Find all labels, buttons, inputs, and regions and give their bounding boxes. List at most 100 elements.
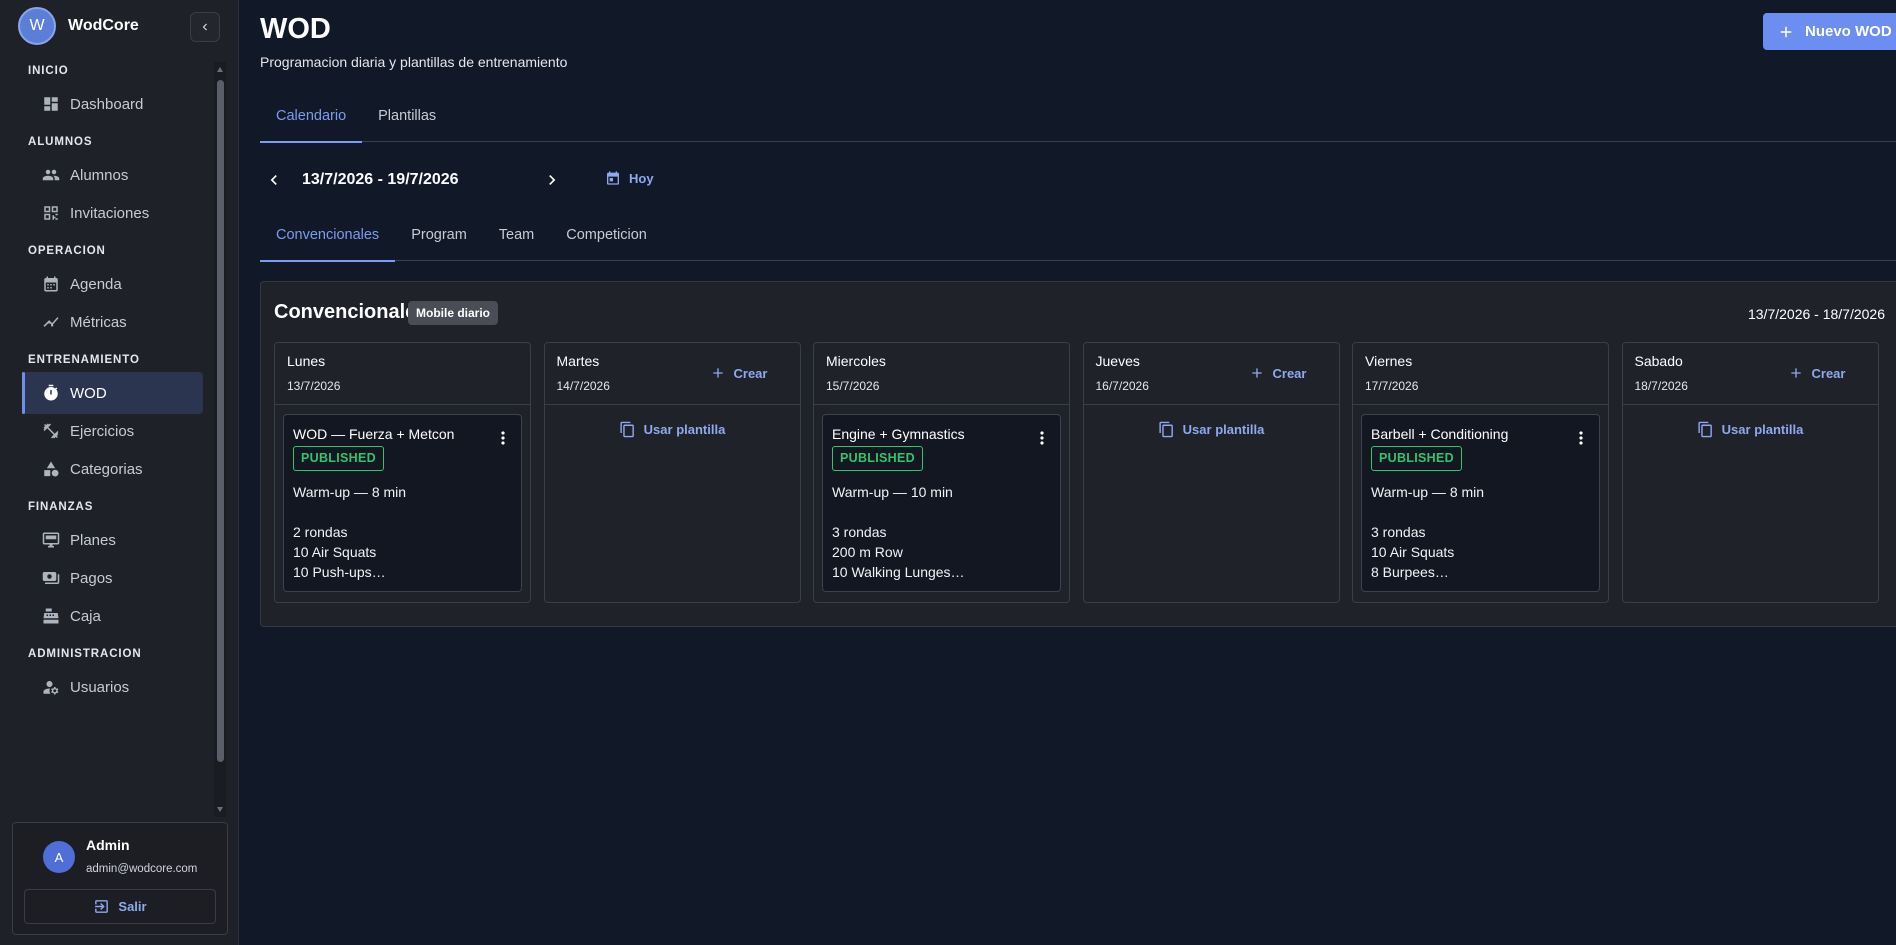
day-name: Martes: [556, 353, 600, 369]
today-button[interactable]: Hoy: [605, 170, 654, 186]
day-column-martes: Martes 14/7/2026 Crear Usar plantilla: [543, 342, 801, 603]
wod-line: 10 Push-ups…: [293, 564, 386, 580]
subtab-team[interactable]: Team: [483, 211, 550, 261]
chevron-left-icon: [270, 175, 277, 185]
sidebar-item-label: Dashboard: [70, 95, 144, 113]
logout-button[interactable]: Salir: [24, 889, 216, 924]
sidebar-item-wod[interactable]: WOD: [22, 372, 203, 414]
previous-week-button[interactable]: [262, 168, 286, 192]
new-wod-button[interactable]: Nuevo WOD: [1763, 13, 1896, 50]
tab-calendario[interactable]: Calendario: [260, 92, 363, 143]
use-template-label: Usar plantilla: [1721, 422, 1804, 437]
panel-date-range: 13/7/2026 - 18/7/2026: [1747, 306, 1885, 322]
use-template-button[interactable]: Usar plantilla: [1084, 421, 1339, 438]
sidebar-item-label: Alumnos: [70, 166, 129, 184]
wod-card[interactable]: WOD — Fuerza + Metcon PUBLISHED Warm-up — …: [283, 414, 522, 592]
status-badge: PUBLISHED: [293, 446, 384, 471]
sidebar-item-label: Usuarios: [70, 678, 130, 696]
create-wod-button[interactable]: Crear: [710, 365, 768, 381]
use-template-button[interactable]: Usar plantilla: [1623, 421, 1878, 438]
chevron-right-icon: [549, 175, 556, 185]
create-label: Crear: [733, 365, 768, 381]
today-label: Hoy: [629, 170, 654, 186]
subtab-program[interactable]: Program: [395, 211, 483, 261]
day-column-sabado: Sabado 18/7/2026 Crear Usar plantilla: [1621, 342, 1879, 603]
day-date: 14/7/2026: [556, 379, 610, 393]
wod-menu-button[interactable]: [1038, 430, 1046, 448]
wod-description: Warm-up — 8 min 2 rondas 10 Air Squats 10 P…: [293, 482, 406, 582]
scrollbar-thumb[interactable]: [217, 80, 224, 762]
sidebar-scrollbar[interactable]: [214, 62, 226, 817]
sidebar-item-label: Ejercicios: [70, 422, 135, 440]
timer-icon: [44, 384, 58, 401]
wod-title: Engine + Gymnastics: [832, 426, 965, 442]
sidebar-item-ejercicios[interactable]: Ejercicios: [22, 410, 203, 452]
shapes-icon: [44, 461, 59, 477]
monitor-icon: [42, 532, 60, 548]
plus-icon: [712, 368, 723, 378]
sidebar-item-caja[interactable]: Caja: [22, 595, 203, 637]
wod-line: 8 Burpees…: [1371, 564, 1449, 580]
status-badge: PUBLISHED: [832, 446, 923, 471]
tab-plantillas[interactable]: Plantillas: [362, 92, 452, 142]
sidebar-item-label: Métricas: [70, 313, 127, 331]
day-name: Lunes: [287, 353, 326, 369]
brand-avatar: W: [18, 7, 56, 45]
scroll-up-arrow[interactable]: [217, 67, 223, 72]
create-label: Crear: [1272, 365, 1307, 381]
create-wod-button[interactable]: Crear: [1788, 365, 1845, 381]
nav-section-alumnos: ALUMNOS: [28, 136, 93, 148]
plus-icon: [1251, 368, 1262, 378]
wod-menu-button[interactable]: [1577, 430, 1585, 448]
sidebar-item-usuarios[interactable]: Usuarios: [22, 666, 203, 708]
day-name: Sabado: [1634, 353, 1683, 369]
nav-section-administracion: ADMINISTRACION: [28, 648, 142, 660]
scroll-down-arrow[interactable]: [217, 807, 223, 812]
sidebar-item-invitaciones[interactable]: Invitaciones: [22, 192, 203, 234]
wod-card[interactable]: Barbell + Conditioning PUBLISHED Warm-up —…: [1361, 414, 1600, 592]
sidebar-item-planes[interactable]: Planes: [22, 519, 203, 561]
secondary-tabs: Convencionales Program Team Competicion: [260, 211, 1896, 262]
wod-line: 10 Walking Lunges…: [832, 564, 965, 580]
subtab-competicion[interactable]: Competicion: [550, 211, 663, 261]
more-vertical-icon: [501, 431, 505, 445]
use-template-label: Usar plantilla: [1182, 422, 1265, 437]
dashboard-icon: [44, 97, 58, 111]
collapse-sidebar-button[interactable]: [190, 12, 220, 42]
new-wod-label: Nuevo WOD: [1805, 23, 1892, 40]
calendar-icon: [44, 276, 58, 292]
sidebar-item-metricas[interactable]: Métricas: [22, 301, 203, 343]
brand[interactable]: W WodCore: [18, 6, 139, 46]
day-header: Martes 14/7/2026 Crear: [544, 343, 800, 405]
sidebar-item-agenda[interactable]: Agenda: [22, 263, 203, 305]
sidebar-item-alumnos[interactable]: Alumnos: [22, 154, 203, 196]
day-name: Viernes: [1365, 353, 1413, 369]
wod-line: 2 rondas: [293, 524, 348, 540]
day-date: 16/7/2026: [1095, 379, 1149, 393]
wod-line: 10 Air Squats: [293, 544, 377, 560]
more-vertical-icon: [1040, 431, 1044, 445]
day-column-viernes: Viernes 17/7/2026 Barbell + Conditioning PU…: [1352, 342, 1609, 603]
sidebar-item-label: Pagos: [70, 569, 113, 587]
use-template-button[interactable]: Usar plantilla: [545, 421, 800, 438]
wod-line: [832, 502, 965, 522]
next-week-button[interactable]: [540, 168, 564, 192]
subtab-convencionales[interactable]: Convencionales: [260, 211, 396, 262]
copy-icon: [620, 421, 634, 438]
panel-badge: Mobile diario: [408, 301, 499, 325]
day-name: Jueves: [1095, 353, 1140, 369]
day-header: Viernes 17/7/2026: [1353, 343, 1608, 405]
sidebar-item-pagos[interactable]: Pagos: [22, 557, 203, 599]
day-header: Sabado 18/7/2026 Crear: [1622, 343, 1878, 405]
create-wod-button[interactable]: Crear: [1249, 365, 1307, 381]
plus-icon: [1780, 26, 1792, 37]
sidebar-item-categorias[interactable]: Categorias: [22, 448, 203, 490]
wod-card[interactable]: Engine + Gymnastics PUBLISHED Warm-up — 10…: [822, 414, 1061, 592]
sidebar-item-dashboard[interactable]: Dashboard: [22, 83, 203, 125]
wod-description: Warm-up — 8 min 3 rondas 10 Air Squats 8 Bu…: [1371, 482, 1484, 582]
copy-icon: [1698, 421, 1712, 438]
wod-menu-button[interactable]: [499, 430, 507, 448]
people-icon: [42, 169, 60, 181]
panel-title: Convencionales: [274, 301, 428, 323]
wod-description: Warm-up — 10 min 3 rondas 200 m Row 10 Walk…: [832, 482, 965, 582]
